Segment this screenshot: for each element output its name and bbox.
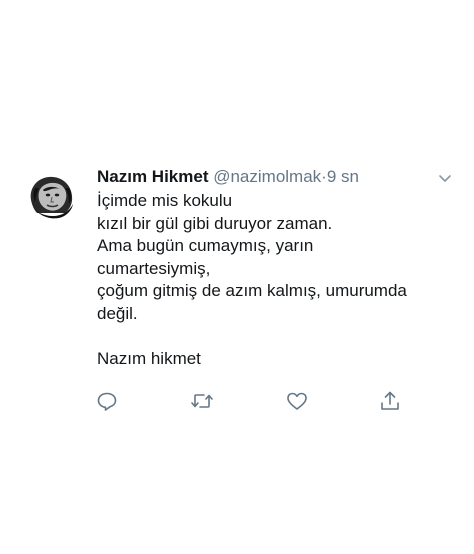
tweet-line: çoğum gitmiş de azım kalmış, umurumda [97,281,407,300]
tweet-line: değil. [97,303,138,323]
tweet-line: cumartesiymiş, [97,258,211,278]
tweet-time[interactable]: 9 sn [327,167,359,186]
author-name[interactable]: Nazım Hikmet [97,167,208,186]
tweet-text: İçimde mis kokulu kızıl bir gül gibi dur… [97,190,457,370]
tweet-card: Nazım Hikmet @nazimolmak·9 sn İçimde mis… [0,0,474,554]
avatar-portrait-icon [25,170,79,224]
avatar[interactable] [25,170,79,224]
retweet-button[interactable] [190,389,214,413]
tweet-actions [95,389,405,413]
author-handle[interactable]: @nazimolmak [213,167,321,186]
reply-icon [97,392,117,411]
reply-button[interactable] [95,389,119,413]
more-options-button[interactable] [437,170,453,186]
retweet-icon [191,394,213,408]
tweet-signature: Nazım hikmet [97,348,201,368]
share-icon [381,391,399,410]
tweet-line: Ama bugün cumaymış, yarın [97,236,314,255]
tweet-line: kızıl bir gül gibi duruyor zaman. [97,213,333,233]
share-button[interactable] [378,389,402,413]
tweet-line: İçimde mis kokulu [97,191,233,210]
heart-icon [287,392,307,410]
chevron-down-icon [439,175,451,182]
tweet-header: Nazım Hikmet @nazimolmak·9 sn [97,167,359,187]
like-button[interactable] [285,389,309,413]
